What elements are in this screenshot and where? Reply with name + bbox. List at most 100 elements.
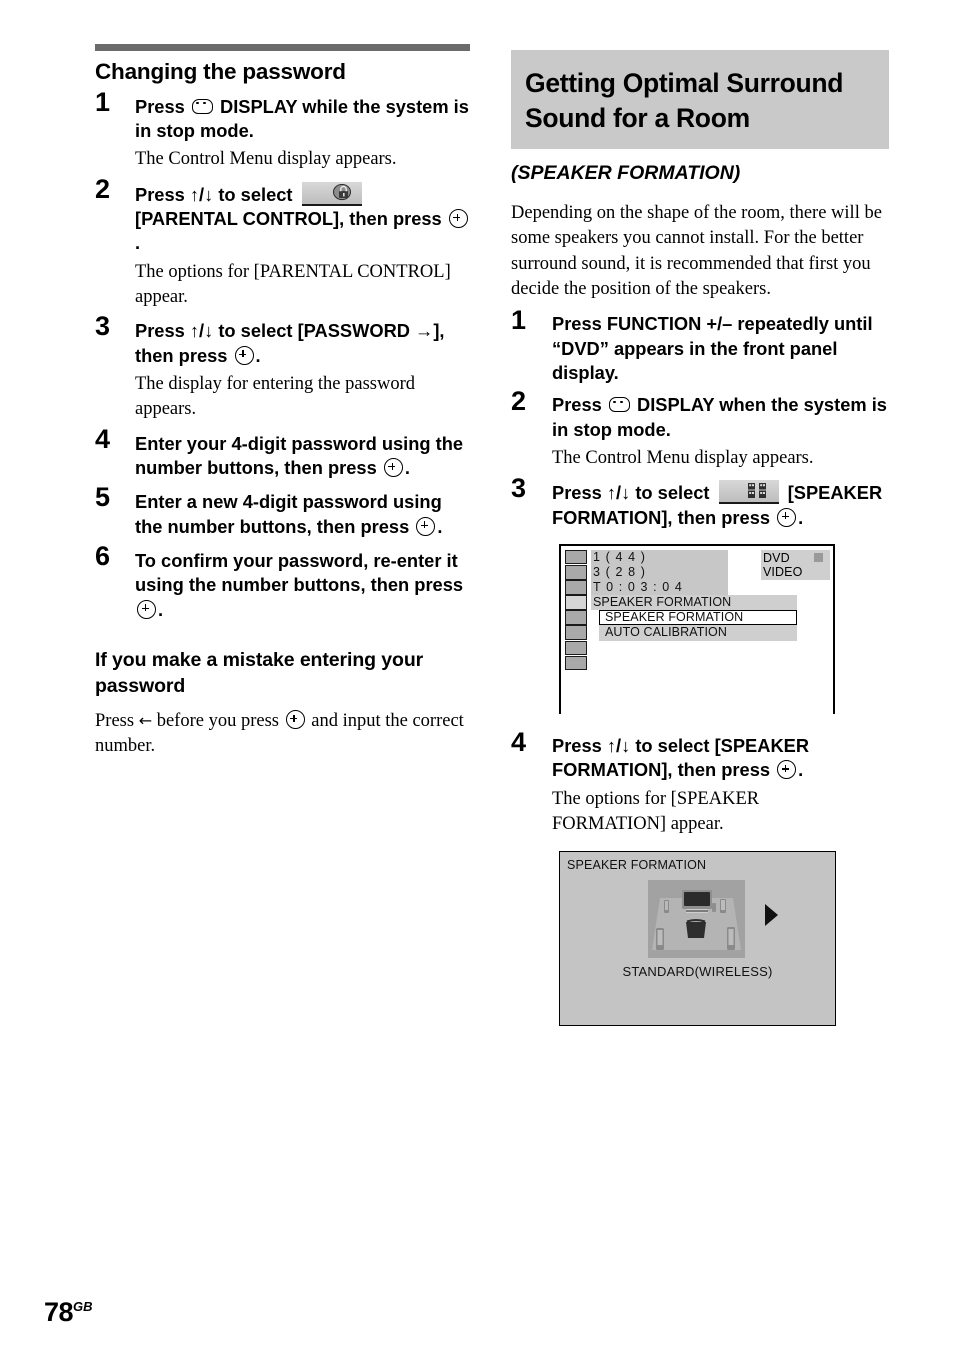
step-text: Enter a new 4-digit password using the n… <box>135 490 470 539</box>
control-menu-time-value: T 0 : 0 3 : 0 4 <box>593 580 683 595</box>
subsection-body: Press ← before you press and input the c… <box>95 709 470 760</box>
control-menu-icon-cell-selected[interactable] <box>565 595 587 610</box>
step-text-main: Enter a new 4-digit password using the n… <box>135 491 442 537</box>
disc-type-label: DVD VIDEO <box>763 550 803 579</box>
control-menu-option-selected-label: SPEAKER FORMATION <box>605 610 744 625</box>
step-text-main: To confirm your password, re-enter it us… <box>135 550 464 596</box>
display-button-icon <box>608 397 630 413</box>
step-number: 1 <box>511 305 527 336</box>
sf-step-3: 3 Press ↑/↓ to select [SPEAKER FORMATION… <box>511 475 889 530</box>
step-text-before-icon: Press <box>135 95 185 117</box>
display-button-icon <box>191 98 213 114</box>
step-text-end: . <box>798 506 804 528</box>
control-menu-icon-cell[interactable] <box>565 610 587 625</box>
step-result: The options for [SPEAKER FORMATION] appe… <box>552 788 760 834</box>
step-result: The display for entering the password ap… <box>135 374 415 420</box>
speaker-formation-glyph <box>747 483 766 499</box>
control-menu-icon-cell[interactable] <box>565 580 587 595</box>
control-menu-row-time: T 0 : 0 3 : 0 4 <box>591 580 833 596</box>
control-menu-icon-cell[interactable] <box>565 655 587 671</box>
step-text: Press ↑/↓ to select [SPEAKER FORMATION],… <box>552 480 889 530</box>
page-subtitle: (SPEAKER FORMATION) <box>511 161 741 184</box>
page-number-value: 78 <box>44 1297 74 1327</box>
step-text: Press ↑/↓ to select [PARENTAL CONTROL], … <box>135 181 470 256</box>
step-number: 1 <box>95 86 111 117</box>
step-1: 1 Press DISPLAY while the system is in s… <box>95 88 470 173</box>
step-number: 6 <box>95 541 111 572</box>
intro-paragraph: Depending on the shape of the room, ther… <box>511 202 882 299</box>
sf-step-1: 1 Press FUNCTION +/– repeatedly until “D… <box>511 307 889 385</box>
enter-button-icon <box>448 209 468 229</box>
room-layout-svg <box>648 880 745 959</box>
control-menu-option-selected[interactable]: SPEAKER FORMATION <box>591 610 833 626</box>
step-text-end: . <box>158 598 164 620</box>
lock-glyph <box>332 183 351 200</box>
step-text-main: Press ↑/↓ to select [SPEAKER FORMATION],… <box>552 734 810 781</box>
step-text: Enter your 4-digit password using the nu… <box>135 432 470 481</box>
control-menu-icon-cell[interactable] <box>565 640 587 656</box>
right-triangle-icon[interactable] <box>765 904 778 927</box>
enter-button-icon <box>777 760 797 780</box>
room-layout-illustration <box>648 880 745 959</box>
sf-step-2: 2 Press DISPLAY when the system is in st… <box>511 388 889 471</box>
page-title-line-2: Sound for a Room <box>525 102 750 133</box>
step-result: The Control Menu display appears. <box>552 447 814 468</box>
step-number: 4 <box>95 423 111 454</box>
step-text-end: . <box>404 457 410 479</box>
step-text: Press ↑/↓ to select [PASSWORD →], then p… <box>135 319 470 368</box>
step-2: 2 Press ↑/↓ to select [PARENTAL CONTROL]… <box>95 175 470 311</box>
step-3: 3 Press ↑/↓ to select [PASSWORD →], then… <box>95 313 470 422</box>
left-column: Changing the password 1 Press DISPLAY wh… <box>95 44 470 762</box>
step-text-main: Press ↑/↓ to select [PASSWORD →], then p… <box>135 320 445 366</box>
enter-button-icon <box>777 507 797 527</box>
step-text-before-icon: Press <box>552 394 602 416</box>
control-menu-icon-column <box>565 549 587 671</box>
step-text-after-icon: [PARENTAL CONTROL], then press <box>135 208 442 230</box>
step-text: Press ↑/↓ to select [SPEAKER FORMATION],… <box>552 734 889 783</box>
enter-button-icon <box>416 516 436 536</box>
step-text-after-icon: DISPLAY while the system is in stop mode… <box>135 95 469 142</box>
step-text: Press FUNCTION +/– repeatedly until “DVD… <box>552 313 873 383</box>
control-menu-row-current-item[interactable]: SPEAKER FORMATION <box>591 595 833 611</box>
enter-button-icon <box>285 709 305 729</box>
sf-step-4: 4 Press ↑/↓ to select [SPEAKER FORMATION… <box>511 728 889 837</box>
step-number: 2 <box>511 386 527 417</box>
control-menu-option-other[interactable]: AUTO CALIBRATION <box>591 625 833 641</box>
step-text-main: Enter your 4-digit password using the nu… <box>135 432 464 479</box>
step-4: 4 Enter your 4-digit password using the … <box>95 425 470 481</box>
subsection-body-part1: Press <box>95 710 135 731</box>
step-number: 3 <box>95 311 111 342</box>
page-region-suffix: GB <box>73 1299 93 1314</box>
control-menu-disc-badge: DVD VIDEO <box>761 549 830 580</box>
page-title-line-1: Getting Optimal Surround <box>525 68 844 98</box>
step-text-end: . <box>255 344 261 366</box>
control-menu-icon-cell[interactable] <box>565 549 587 565</box>
step-text-after-icon: DISPLAY when the system is in stop mode. <box>552 394 887 440</box>
speaker-formation-panel-title: SPEAKER FORMATION <box>567 858 707 873</box>
speaker-formation-screenshot: SPEAKER FORMATION STANDARD(WIRELESS) <box>559 851 836 1027</box>
page-title-surround: Getting Optimal Surround Sound for a Roo… <box>511 50 889 149</box>
right-column: Getting Optimal Surround Sound for a Roo… <box>511 50 889 1027</box>
step-text: Press DISPLAY when the system is in stop… <box>552 393 889 442</box>
step-result: The options for [PARENTAL CONTROL] appea… <box>135 261 451 308</box>
control-menu-icon-cell[interactable] <box>565 565 587 580</box>
parental-control-icon <box>301 181 362 206</box>
control-menu-current-item-label: SPEAKER FORMATION <box>593 595 732 610</box>
step-text-end: . <box>135 232 141 254</box>
enter-button-icon <box>234 345 254 365</box>
speaker-formation-icon <box>718 480 779 505</box>
step-number: 3 <box>511 473 527 504</box>
step-number: 4 <box>511 726 527 757</box>
step-text-before-icon: Press ↑/↓ to select <box>135 183 293 205</box>
step-result: The Control Menu display appears. <box>135 149 397 170</box>
step-6: 6 To confirm your password, re-enter it … <box>95 543 470 622</box>
speaker-formation-caption: STANDARD(WIRELESS) <box>622 964 773 980</box>
subsection-body-part2: before you press <box>156 710 279 731</box>
step-text-before-icon: Press ↑/↓ to select <box>552 482 710 504</box>
page-title-changing-password: Changing the password <box>95 59 346 84</box>
subsection-heading-mistake: If you make a mistake entering your pass… <box>95 649 424 697</box>
step-text: Press DISPLAY while the system is in sto… <box>135 95 470 144</box>
control-menu-icon-cell[interactable] <box>565 625 587 640</box>
page-number: 78GB <box>44 1297 93 1328</box>
step-5: 5 Enter a new 4-digit password using the… <box>95 484 470 539</box>
